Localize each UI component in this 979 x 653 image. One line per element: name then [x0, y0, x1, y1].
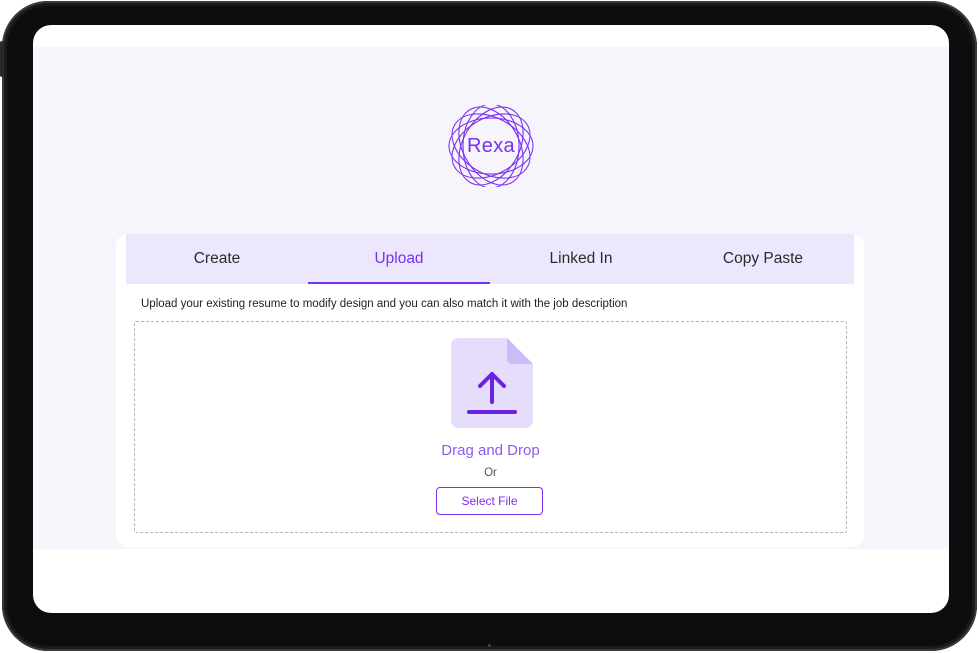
tab-copy-paste[interactable]: Copy Paste: [672, 234, 854, 284]
drag-and-drop-label: Drag and Drop: [441, 442, 540, 459]
upload-card: Create Upload Linked In Copy Paste Uploa…: [116, 234, 864, 547]
rexa-logo[interactable]: Rexa: [443, 105, 539, 187]
tab-bar: Create Upload Linked In Copy Paste: [126, 234, 854, 284]
tab-upload[interactable]: Upload: [308, 234, 490, 284]
tab-linked-in[interactable]: Linked In: [490, 234, 672, 284]
logo-text: Rexa: [467, 134, 515, 157]
or-label: Or: [484, 467, 497, 479]
screen: Rexa Create Upload Linked In Copy Paste …: [33, 25, 949, 613]
tablet-frame: Rexa Create Upload Linked In Copy Paste …: [0, 1, 977, 651]
upload-description: Upload your existing resume to modify de…: [141, 298, 628, 310]
app-background: Rexa Create Upload Linked In Copy Paste …: [33, 47, 949, 549]
select-file-button[interactable]: Select File: [436, 487, 543, 515]
drop-zone[interactable]: Drag and Drop Or Select File: [134, 321, 847, 533]
tab-create[interactable]: Create: [126, 234, 308, 284]
camera-dot: [488, 644, 491, 647]
side-button: [0, 41, 4, 77]
file-upload-icon[interactable]: [451, 338, 533, 428]
